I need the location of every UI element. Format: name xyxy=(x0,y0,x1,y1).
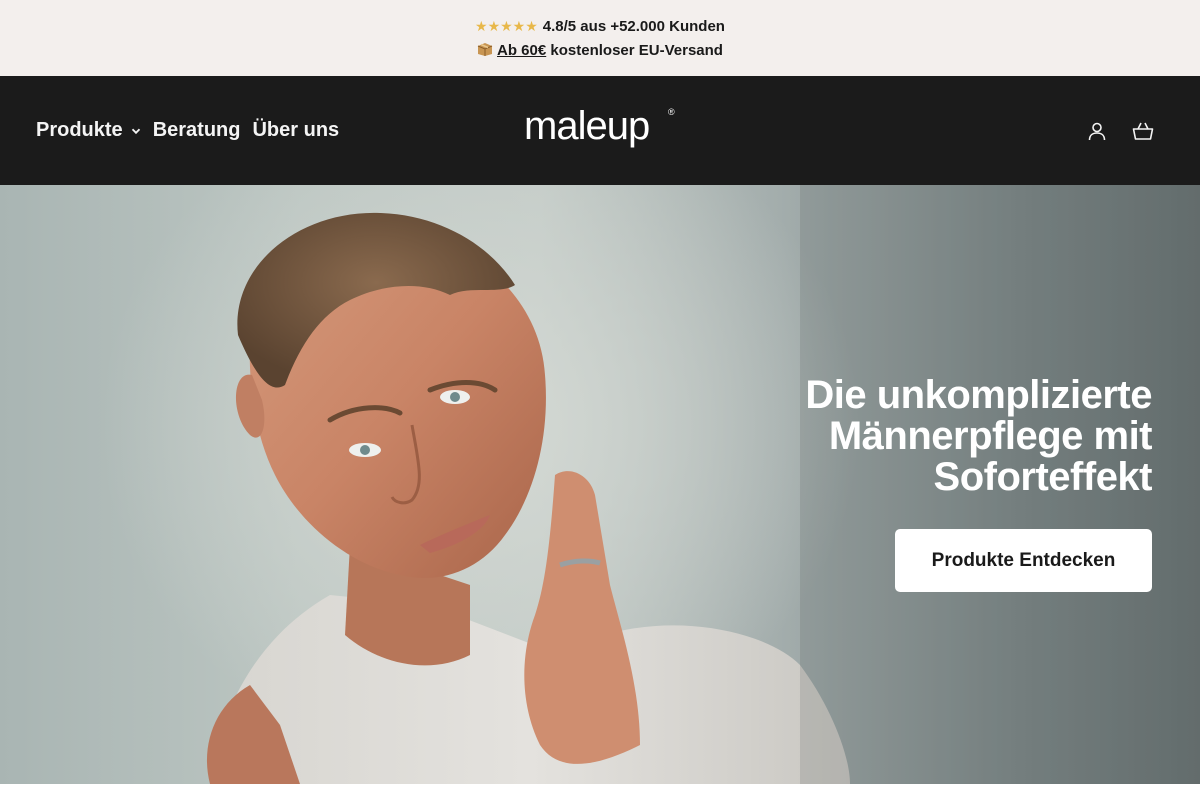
logo-wordmark: maleup ® xyxy=(524,104,676,148)
rating-text: 4.8/5 aus +52.000 Kunden xyxy=(542,17,725,35)
hero-title-line: Soforteffekt xyxy=(933,455,1153,499)
rating-stars: ★★★★★ xyxy=(475,17,538,34)
site-header: Produkte Beratung Über uns maleup ® xyxy=(0,76,1200,185)
announcement-bar: ★★★★★ 4.8/5 aus +52.000 Kunden Ab 60€ kos… xyxy=(0,0,1200,76)
hero-title: Die unkomplizierte Männerpflege mit Sofo… xyxy=(712,375,1152,498)
shipping-text: kostenloser EU-Versand xyxy=(550,41,723,59)
shipping-line: Ab 60€ kostenloser EU-Versand xyxy=(477,39,723,63)
nav-item-beratung[interactable]: Beratung xyxy=(153,119,241,142)
package-icon xyxy=(477,42,493,56)
hero-banner: Die unkomplizierte Männerpflege mit Sofo… xyxy=(0,185,1200,784)
shipping-threshold-link[interactable]: Ab 60€ xyxy=(497,42,546,59)
logo-text: maleup xyxy=(524,106,649,148)
nav-item-ueber-uns[interactable]: Über uns xyxy=(252,119,339,142)
site-logo[interactable]: maleup ® xyxy=(524,104,680,156)
nav-item-label: Über uns xyxy=(252,119,340,141)
nav-item-label: Beratung xyxy=(152,119,241,141)
nav-item-label: Produkte xyxy=(36,119,123,141)
hero-title-line: Männerpflege mit xyxy=(828,414,1153,458)
hero-title-line: Die unkomplizierte xyxy=(805,373,1152,417)
basket-icon[interactable] xyxy=(1132,120,1154,142)
discover-products-button[interactable]: Produkte Entdecken xyxy=(895,529,1152,592)
rating-line: ★★★★★ 4.8/5 aus +52.000 Kunden xyxy=(475,14,725,39)
account-icon[interactable] xyxy=(1086,120,1108,142)
header-icons xyxy=(1086,76,1154,185)
logo-registered-mark: ® xyxy=(668,107,675,117)
chevron-down-icon xyxy=(131,128,140,134)
nav-item-produkte[interactable]: Produkte xyxy=(36,119,141,142)
main-nav: Produkte Beratung Über uns xyxy=(36,76,339,185)
